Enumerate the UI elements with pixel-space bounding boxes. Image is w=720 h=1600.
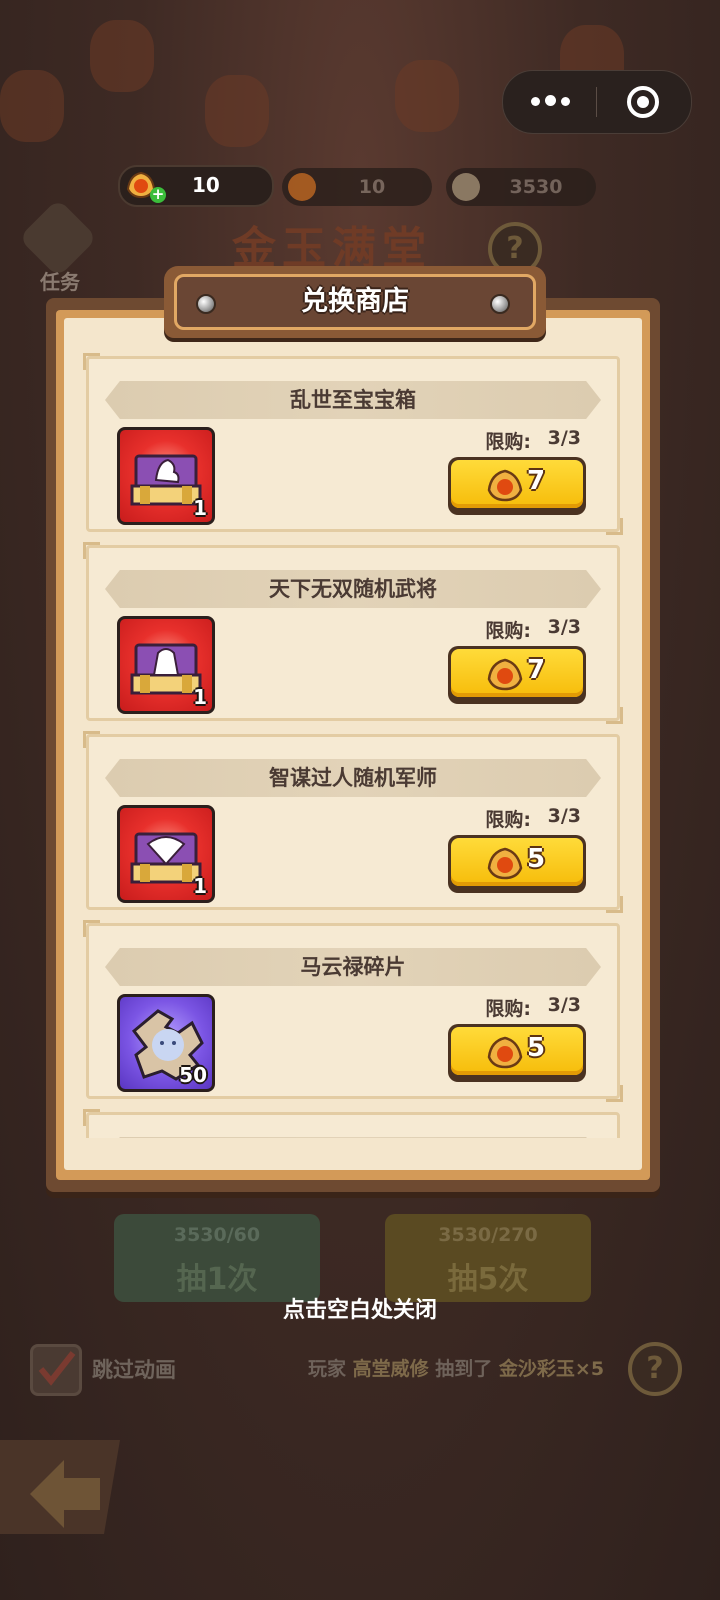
item-quantity: 50 xyxy=(179,1063,207,1087)
close-program-icon[interactable] xyxy=(626,85,660,119)
broadcast-prize: 金沙彩玉×5 xyxy=(498,1358,605,1380)
purchase-limit-value: 3/3 xyxy=(547,994,581,1016)
draw-once-button[interactable]: 3530/60 抽1次 xyxy=(114,1214,320,1302)
help-icon[interactable]: ? xyxy=(628,1342,682,1396)
lantern-decoration xyxy=(205,75,269,147)
item-name: 乱世至宝宝箱 xyxy=(290,388,416,412)
orange-gem-icon xyxy=(487,469,523,502)
mini-program-capsule xyxy=(502,70,692,134)
ingot-icon xyxy=(452,173,480,201)
item-name-banner xyxy=(105,1137,601,1138)
broadcast-prefix: 玩家 xyxy=(308,1358,347,1380)
buy-button-face: 7 xyxy=(451,460,583,508)
broadcast-player: 高堂威修 xyxy=(352,1358,429,1380)
buy-button-face: 7 xyxy=(451,649,583,697)
red-gem-counter: 10 xyxy=(282,168,432,206)
item-quantity: 1 xyxy=(193,496,207,520)
purchase-limit-label: 限购: xyxy=(485,998,531,1020)
item-price: 7 xyxy=(527,466,546,496)
skip-animation-checkbox[interactable] xyxy=(30,1344,82,1396)
purchase-limit-label: 限购: xyxy=(485,620,531,642)
task-label: 任务 xyxy=(40,270,80,294)
draw-once-cost: 3530/60 xyxy=(173,1224,261,1246)
purchase-limit-value: 3/3 xyxy=(547,616,581,638)
buy-button[interactable]: 5 xyxy=(448,835,586,893)
draw-five-cost: 3530/270 xyxy=(438,1224,538,1246)
skip-animation-label: 跳过动画 xyxy=(92,1358,176,1382)
shop-item-card xyxy=(83,1109,620,1138)
buy-button[interactable]: 7 xyxy=(448,457,586,515)
purchase-limit-label: 限购: xyxy=(485,809,531,831)
close-hint[interactable]: 点击空白处关闭 xyxy=(0,1292,720,1324)
rivet-icon xyxy=(490,294,510,314)
general-chest-icon[interactable]: 1 xyxy=(117,616,215,714)
lantern-decoration xyxy=(395,60,459,132)
strategist-chest-icon[interactable]: 1 xyxy=(117,805,215,903)
more-icon[interactable] xyxy=(531,91,591,113)
item-name: 智谋过人随机军师 xyxy=(269,766,437,790)
checkmark-icon xyxy=(38,1351,76,1386)
shop-item-card: 天下无双随机武将 1 限购: 3/3 7 xyxy=(83,542,623,724)
broadcast-verb: 抽到了 xyxy=(435,1358,493,1380)
event-title: 金玉满堂 xyxy=(232,223,432,274)
shop-item-card: 马云禄碎片 50 限购: 3/3 5 xyxy=(83,920,623,1102)
purchase-limit-value: 3/3 xyxy=(547,805,581,827)
orange-gem-icon xyxy=(487,1036,523,1069)
shop-item-card: 乱世至宝宝箱 1 限购: 3/3 7 xyxy=(83,353,623,535)
buy-button-face: 5 xyxy=(451,1027,583,1075)
purchase-limit-label: 限购: xyxy=(485,431,531,453)
buy-button[interactable]: 5 xyxy=(448,1024,586,1082)
task-button[interactable]: 任务 xyxy=(18,198,100,295)
draw-broadcast: 玩家 高堂威修 抽到了 金沙彩玉×5 xyxy=(308,1354,604,1381)
treasure-chest-icon[interactable]: 1 xyxy=(117,427,215,525)
item-name: 天下无双随机武将 xyxy=(269,577,437,601)
draw-five-button[interactable]: 3530/270 抽5次 xyxy=(385,1214,591,1302)
orange-gem-amount: 10 xyxy=(192,173,220,197)
shop-item-card: 智谋过人随机军师 1 限购: 3/3 5 xyxy=(83,731,623,913)
item-price: 5 xyxy=(527,844,546,874)
item-name: 马云禄碎片 xyxy=(300,955,406,979)
ingot-amount: 3530 xyxy=(509,176,563,198)
shop-title: 兑换商店 xyxy=(301,286,409,317)
red-gem-icon xyxy=(288,173,316,201)
hero-fragment-icon[interactable]: 50 xyxy=(117,994,215,1092)
shop-item-list[interactable]: 乱世至宝宝箱 1 限购: 3/3 7 天下无双随机武将 1 限购: 3/3 7 … xyxy=(80,346,626,1138)
orange-gem-counter[interactable]: + 10 xyxy=(118,165,274,207)
orange-gem-icon xyxy=(487,847,523,880)
red-gem-amount: 10 xyxy=(358,176,386,198)
lantern-decoration xyxy=(0,70,64,142)
back-arrow-icon[interactable] xyxy=(0,1430,130,1540)
item-quantity: 1 xyxy=(193,874,207,898)
capsule-divider xyxy=(596,87,597,117)
item-price: 5 xyxy=(527,1033,546,1063)
orange-gem-icon xyxy=(487,658,523,691)
item-price: 7 xyxy=(527,655,546,685)
add-gem-button[interactable]: + xyxy=(150,187,166,203)
buy-button-face: 5 xyxy=(451,838,583,886)
purchase-limit-value: 3/3 xyxy=(547,427,581,449)
lantern-decoration xyxy=(90,20,154,92)
item-quantity: 1 xyxy=(193,685,207,709)
ingot-counter: 3530 xyxy=(446,168,596,206)
buy-button[interactable]: 7 xyxy=(448,646,586,704)
rivet-icon xyxy=(196,294,216,314)
